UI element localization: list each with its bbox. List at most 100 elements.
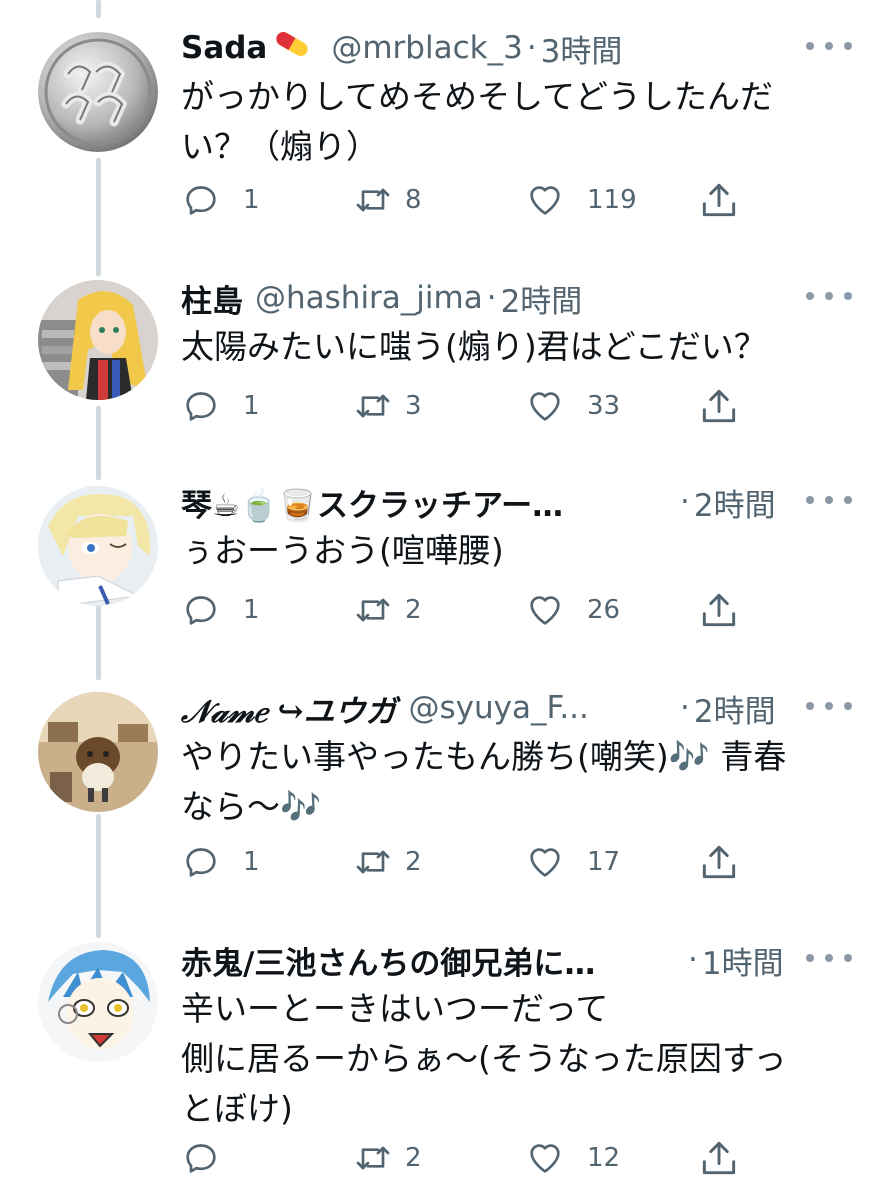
display-name[interactable]: 柱島 bbox=[181, 276, 243, 321]
user-handle[interactable]: @syuya_F... bbox=[408, 690, 588, 726]
retweet-button[interactable]: 2 bbox=[353, 1136, 422, 1180]
like-button[interactable]: 12 bbox=[525, 1136, 620, 1180]
share-button[interactable] bbox=[697, 840, 741, 884]
timestamp[interactable]: 2時間 bbox=[694, 686, 776, 731]
share-icon bbox=[702, 1141, 736, 1175]
retweet-count: 2 bbox=[405, 847, 422, 877]
display-name[interactable]: 赤鬼/三池さんちの御兄弟に… bbox=[181, 938, 595, 983]
separator-dot: · bbox=[526, 30, 537, 66]
reply-button[interactable]: 1 bbox=[181, 840, 260, 884]
separator-dot: · bbox=[688, 942, 698, 978]
reply-count: 1 bbox=[243, 847, 260, 877]
display-name[interactable]: 琴☕🍵🥃スクラッチアー… bbox=[181, 480, 563, 525]
reply-button[interactable]: 1 bbox=[181, 178, 260, 222]
separator-dot: · bbox=[680, 690, 690, 726]
more-options-icon[interactable] bbox=[806, 946, 852, 970]
retweet-button[interactable]: 8 bbox=[353, 178, 422, 222]
heart-icon bbox=[530, 392, 560, 421]
tweet-header: Sada @mrblack_3 · 3時間 bbox=[181, 26, 623, 71]
like-count: 33 bbox=[587, 391, 621, 421]
share-icon bbox=[702, 183, 736, 217]
share-icon bbox=[702, 389, 736, 423]
tweet-actions: 1 8 119 bbox=[181, 178, 761, 222]
tweet[interactable]: 𝒩𝒶𝓂𝑒 ↪ユウガ @syuya_F... · 2時間 やりたい事やったもん勝ち… bbox=[0, 688, 887, 898]
retweet-button[interactable]: 2 bbox=[353, 840, 422, 884]
reply-icon bbox=[186, 848, 216, 877]
separator-dot: · bbox=[486, 280, 497, 316]
tweet[interactable]: 赤鬼/三池さんちの御兄弟に… · 1時間 辛いーとーきはいつーだって 側に居るー… bbox=[0, 940, 887, 1190]
timestamp[interactable]: 2時間 bbox=[694, 480, 776, 525]
like-button[interactable]: 119 bbox=[525, 178, 637, 222]
heart-icon bbox=[530, 1144, 560, 1173]
retweet-icon bbox=[356, 850, 390, 874]
tweet-actions: 2 12 bbox=[181, 1136, 761, 1180]
retweet-count: 2 bbox=[405, 1143, 422, 1173]
retweet-icon bbox=[356, 598, 390, 622]
display-name[interactable]: 𝒩𝒶𝓂𝑒 ↪ユウガ bbox=[181, 686, 396, 731]
like-button[interactable]: 33 bbox=[525, 384, 620, 428]
retweet-icon bbox=[356, 394, 390, 418]
timestamp[interactable]: 2時間 bbox=[501, 276, 583, 321]
share-button[interactable] bbox=[697, 384, 741, 428]
retweet-icon bbox=[356, 188, 390, 212]
reply-button[interactable]: 1 bbox=[181, 588, 260, 632]
heart-icon bbox=[530, 186, 560, 215]
retweet-button[interactable]: 3 bbox=[353, 384, 422, 428]
avatar[interactable] bbox=[38, 32, 158, 152]
reply-count: 1 bbox=[243, 595, 260, 625]
tweet-actions: 1 2 17 bbox=[181, 840, 761, 884]
tweet-text: やりたい事やったもん勝ち(嘲笑)🎶 青春 なら〜🎶 bbox=[181, 737, 787, 826]
reply-button[interactable]: 1 bbox=[181, 384, 260, 428]
retweet-count: 3 bbox=[405, 391, 422, 421]
user-handle[interactable]: @hashira_jima bbox=[255, 280, 483, 316]
like-count: 26 bbox=[587, 595, 621, 625]
heart-icon bbox=[530, 596, 560, 625]
retweet-button[interactable]: 2 bbox=[353, 588, 422, 632]
reply-count: 1 bbox=[243, 185, 260, 215]
more-options-icon[interactable] bbox=[806, 488, 852, 512]
tweet-header: 赤鬼/三池さんちの御兄弟に… bbox=[181, 938, 595, 983]
tweet-header: 𝒩𝒶𝓂𝑒 ↪ユウガ @syuya_F... bbox=[181, 686, 589, 731]
more-options-icon[interactable] bbox=[806, 284, 852, 308]
avatar[interactable] bbox=[38, 280, 158, 400]
heart-icon bbox=[530, 848, 560, 877]
tweet[interactable]: 柱島 @hashira_jima · 2時間 太陽みたいに嗤う(煽り)君はどこだ… bbox=[0, 278, 887, 448]
display-name[interactable]: Sada bbox=[181, 30, 267, 66]
share-button[interactable] bbox=[697, 1136, 741, 1180]
retweet-count: 8 bbox=[405, 185, 422, 215]
reply-count: 1 bbox=[243, 391, 260, 421]
tweet-time: · 1時間 bbox=[684, 938, 784, 983]
like-button[interactable]: 26 bbox=[525, 588, 620, 632]
more-options-icon[interactable] bbox=[806, 694, 852, 718]
tweet-text: がっかりしてめそめそしてどうしたんだ い？（煽り） bbox=[181, 77, 774, 166]
tweet[interactable]: 琴☕🍵🥃スクラッチアー… · 2時間 ぅおーうおう(喧嘩腰) 1 2 26 bbox=[0, 482, 887, 652]
reply-icon bbox=[186, 392, 216, 421]
tweet-header: 柱島 @hashira_jima · 2時間 bbox=[181, 276, 583, 321]
like-count: 119 bbox=[587, 185, 637, 215]
reply-button[interactable] bbox=[181, 1136, 243, 1180]
tweet-header: 琴☕🍵🥃スクラッチアー… bbox=[181, 480, 563, 525]
thread-line bbox=[96, 0, 101, 18]
avatar[interactable] bbox=[38, 942, 158, 1062]
reply-icon bbox=[186, 1144, 216, 1173]
like-count: 17 bbox=[587, 847, 621, 877]
tweet[interactable]: Sada @mrblack_3 · 3時間 がっかりしてめそめそしてどうしたんだ… bbox=[0, 28, 887, 228]
tweet-actions: 1 3 33 bbox=[181, 384, 761, 428]
retweet-count: 2 bbox=[405, 595, 422, 625]
share-button[interactable] bbox=[697, 178, 741, 222]
timestamp[interactable]: 3時間 bbox=[541, 26, 623, 71]
pill-icon bbox=[271, 29, 313, 67]
reply-icon bbox=[186, 596, 216, 625]
like-button[interactable]: 17 bbox=[525, 840, 620, 884]
tweet-time: · 2時間 bbox=[676, 686, 776, 731]
retweet-icon bbox=[356, 1146, 390, 1170]
avatar[interactable] bbox=[38, 486, 158, 606]
share-button[interactable] bbox=[697, 588, 741, 632]
share-icon bbox=[702, 593, 736, 627]
tweet-time: · 2時間 bbox=[676, 480, 776, 525]
more-options-icon[interactable] bbox=[806, 34, 852, 58]
avatar[interactable] bbox=[38, 692, 158, 812]
timestamp[interactable]: 1時間 bbox=[702, 938, 784, 983]
user-handle[interactable]: @mrblack_3 bbox=[331, 30, 522, 66]
tweet-text: 辛いーとーきはいつーだって 側に居るーからぁ〜(そうなった原因すっ とぼけ) bbox=[181, 989, 787, 1128]
